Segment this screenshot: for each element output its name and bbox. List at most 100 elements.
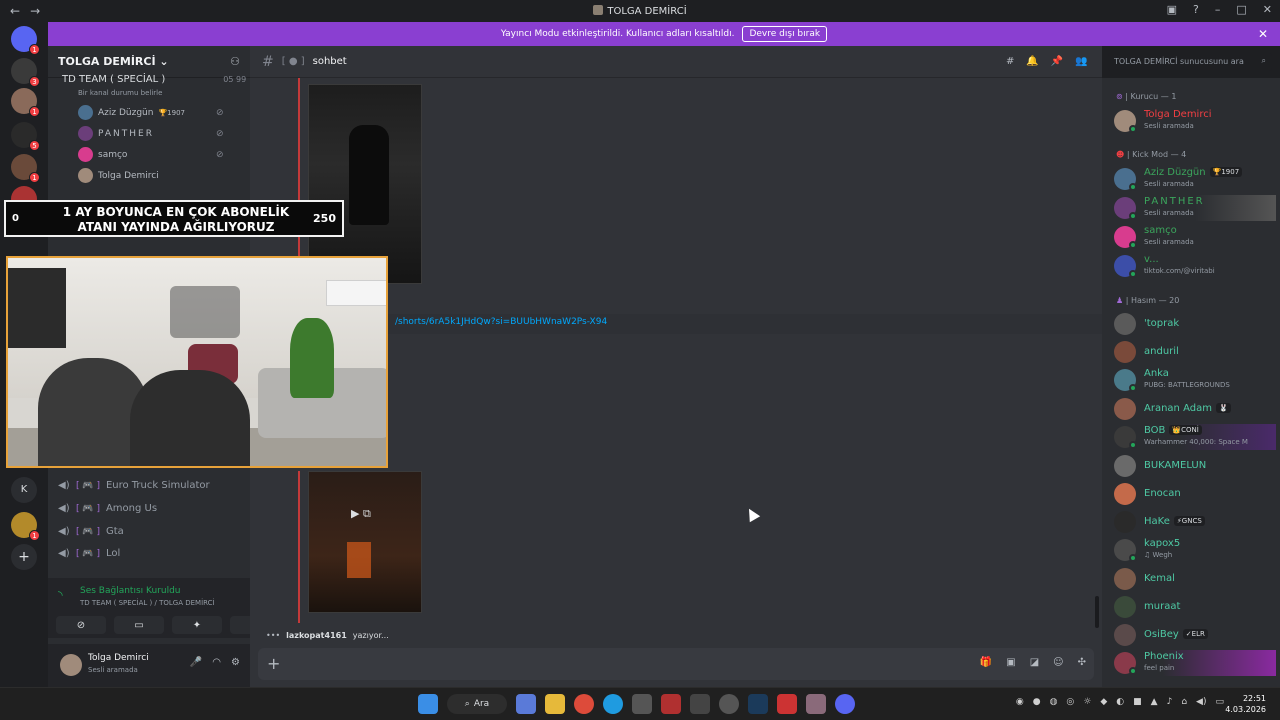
member-list-icon[interactable]: 👥 (1075, 56, 1087, 67)
server-icon[interactable]: 3 (11, 58, 40, 87)
microphone-icon[interactable]: 🎤 (190, 657, 202, 668)
network-icon[interactable]: ⌂ (1181, 697, 1187, 707)
steam-icon[interactable] (748, 694, 768, 714)
tray-icon[interactable]: ◉ (1016, 697, 1024, 707)
member-item[interactable]: kapox5 ♫ Wegh (1114, 537, 1276, 563)
tray-icon[interactable]: ◍ (1050, 697, 1058, 707)
banner-message: Yayıncı Modu etkinleştirildi. Kullanıcı … (500, 29, 735, 39)
avatar[interactable] (60, 654, 82, 676)
add-server-icon[interactable]: + (11, 544, 37, 570)
app-icon[interactable] (806, 694, 826, 714)
tray-icon[interactable]: ■ (1133, 697, 1142, 707)
member-item[interactable]: Kemal (1114, 566, 1276, 592)
tray-icon[interactable]: ● (1033, 697, 1041, 707)
taskbar-search[interactable]: ⌕ Ara (447, 694, 507, 714)
edge-icon[interactable] (603, 694, 623, 714)
member-item[interactable]: muraat (1114, 594, 1276, 620)
member-item[interactable]: BUKAMELUN (1114, 453, 1276, 479)
apps-icon[interactable]: ✣ (1078, 657, 1086, 668)
server-icon[interactable]: 5 (11, 122, 40, 151)
voice-connected-location[interactable]: TD TEAM ( SPECİAL ) / TOLGA DEMİRCİ (80, 599, 215, 607)
message-composer[interactable]: + 🎁 ▣ ◪ ☺ ✣ (258, 648, 1094, 680)
voice-channel-item[interactable]: ◀)[ 🎮 ] Gta (58, 526, 238, 537)
voice-member[interactable]: Tolga Demirci (78, 168, 159, 183)
scrollbar[interactable] (1095, 596, 1099, 628)
app-icon[interactable] (516, 694, 536, 714)
store-icon[interactable] (632, 694, 652, 714)
member-item[interactable]: Anka PUBG: BATTLEGROUNDS (1114, 367, 1276, 393)
pin-icon[interactable]: 📌 (1051, 56, 1063, 67)
emoji-icon[interactable]: ☺ (1053, 657, 1063, 668)
close-banner-icon[interactable]: ✕ (1258, 27, 1268, 41)
activities-button[interactable]: ✦ (172, 616, 222, 634)
microphone-icon[interactable]: ♪ (1167, 697, 1173, 707)
member-item[interactable]: Aranan Adam 🐰 (1114, 396, 1276, 422)
tray-icon[interactable]: ◆ (1100, 697, 1107, 707)
discord-taskbar-icon[interactable] (835, 694, 855, 714)
tray-icon[interactable]: ◐ (1116, 697, 1124, 707)
gif-icon[interactable]: ▣ (1006, 657, 1015, 668)
sticker-icon[interactable]: ◪ (1030, 657, 1039, 668)
volume-icon[interactable]: ◀) (1196, 697, 1206, 707)
member-item[interactable]: v... tiktok.com/@viritabi (1114, 253, 1276, 279)
voice-channel-item[interactable]: ◀)[ 🎮 ] Among Us (58, 503, 238, 514)
discord-home-icon[interactable]: 1 (11, 26, 40, 55)
battery-icon[interactable]: ▭ (1215, 697, 1224, 707)
member-item[interactable]: PANTHER Sesli aramada (1114, 195, 1276, 221)
notification-bell-icon[interactable]: 🔔 (1026, 56, 1038, 67)
member-item[interactable]: Tolga Demirci Sesli aramada (1114, 108, 1276, 134)
voice-channel-name[interactable]: TD TEAM ( SPECİAL ) 05 99 (62, 74, 246, 85)
voice-member[interactable]: PANTHER ⊘ (78, 126, 224, 141)
voice-connected-label[interactable]: Ses Bağlantısı Kuruldu (80, 586, 180, 596)
server-icon[interactable]: 1 (11, 88, 40, 117)
voice-channel-item[interactable]: ◀)[ 🎮 ] Euro Truck Simulator (58, 480, 238, 491)
server-icon[interactable]: K (11, 477, 37, 503)
start-menu-icon[interactable] (418, 694, 438, 714)
help-icon[interactable]: ? (1193, 3, 1199, 16)
add-member-icon[interactable]: ⚇ (230, 55, 240, 68)
file-explorer-icon[interactable] (545, 694, 565, 714)
member-item[interactable]: 'toprak (1114, 311, 1276, 337)
camera-off-button[interactable]: ⊘ (56, 616, 106, 634)
play-icon[interactable]: ▶ ⧉ (351, 507, 371, 521)
app-icon[interactable] (661, 694, 681, 714)
tray-icon[interactable]: ◎ (1066, 697, 1074, 707)
voice-member[interactable]: Aziz Düzgün 🏆1907 ⊘ (78, 105, 224, 120)
chrome-icon[interactable] (574, 694, 594, 714)
tray-icon[interactable]: ▲ (1151, 697, 1158, 707)
settings-gear-icon[interactable]: ⚙ (231, 657, 240, 668)
member-item[interactable]: anduril (1114, 339, 1276, 365)
member-item[interactable]: OsiBey ✓ELR (1114, 622, 1276, 648)
close-window-icon[interactable]: ✕ (1263, 3, 1272, 16)
member-item[interactable]: samço Sesli aramada (1114, 224, 1276, 250)
gift-icon[interactable]: 🎁 (980, 657, 992, 668)
app-icon[interactable] (690, 694, 710, 714)
app-icon[interactable] (777, 694, 797, 714)
message-link[interactable]: /shorts/6rA5k1JHdQw?si=BUUbHWnaW2Ps-X94 (395, 317, 607, 327)
tray-icon[interactable]: ☼ (1083, 697, 1091, 707)
image-attachment[interactable] (308, 84, 422, 284)
voice-channel-status[interactable]: Bir kanal durumu belirle (78, 89, 162, 97)
app-icon[interactable] (719, 694, 739, 714)
member-item[interactable]: HaKe ⚡GNCS (1114, 509, 1276, 535)
member-item[interactable]: BOB 👑CONİ Warhammer 40,000: Space M (1114, 424, 1276, 450)
member-item[interactable]: Aziz Düzgün 🏆1907 Sesli aramada (1114, 166, 1276, 192)
disable-streamer-mode-button[interactable]: Devre dışı bırak (742, 26, 828, 42)
video-attachment[interactable]: ▶ ⧉ (308, 471, 422, 613)
voice-member[interactable]: samço ⊘ (78, 147, 224, 162)
maximize-icon[interactable]: □ (1236, 3, 1246, 16)
screen-share-button[interactable]: ▭ (114, 616, 164, 634)
voice-channel-item[interactable]: ◀)[ 🎮 ] Lol (58, 548, 238, 559)
inbox-icon[interactable]: ▣ (1167, 3, 1177, 16)
attach-plus-icon[interactable]: + (267, 654, 280, 673)
server-icon[interactable]: 1 (11, 512, 40, 541)
headphones-icon[interactable]: ◠ (212, 657, 221, 668)
member-item[interactable]: Phoenix feel pain (1114, 650, 1276, 676)
minimize-icon[interactable]: – (1215, 3, 1221, 16)
clock[interactable]: 22:51 4.03.2026 (1225, 693, 1266, 715)
server-icon[interactable]: 1 (11, 154, 40, 183)
threads-icon[interactable]: # (1006, 56, 1014, 67)
member-item[interactable]: Enocan (1114, 481, 1276, 507)
server-search-input[interactable]: TOLGA DEMİRCİ sunucusunu ara ⌕ (1108, 53, 1272, 71)
avatar (78, 105, 93, 120)
